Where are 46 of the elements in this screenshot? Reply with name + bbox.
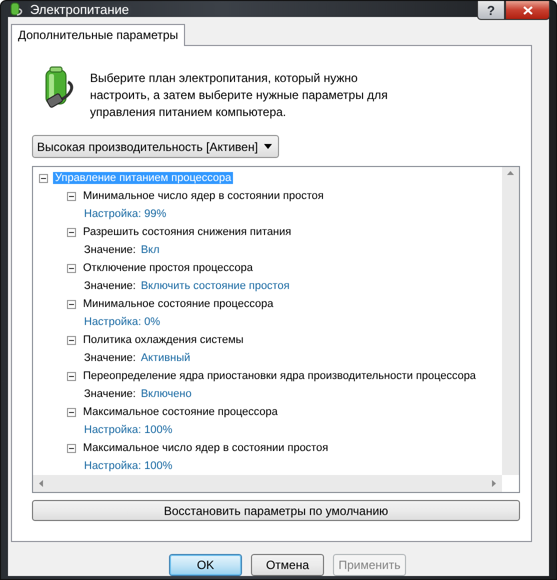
tree-item[interactable]: Максимальное число ядер в состоянии простоя (81, 442, 330, 454)
setting-link[interactable]: Настройка: 100% (84, 424, 172, 436)
collapse-toggle[interactable] (67, 264, 76, 272)
dialog-button[interactable]: OK (169, 554, 242, 576)
scroll-up-icon[interactable] (507, 171, 514, 175)
setting-link[interactable]: Включено (140, 388, 192, 400)
collapse-toggle[interactable] (67, 336, 76, 344)
dialog-button[interactable]: Отмена (251, 554, 324, 576)
vertical-scrollbar[interactable] (502, 167, 519, 475)
setting-link[interactable]: Настройка: 100% (84, 460, 172, 472)
tree-item[interactable]: Отключение простоя процессора (81, 262, 255, 274)
collapse-toggle[interactable] (67, 444, 76, 452)
collapse-toggle[interactable] (67, 192, 76, 200)
restore-defaults-button[interactable]: Восстановить параметры по умолчанию (32, 500, 520, 521)
close-icon (522, 6, 532, 14)
setting-link[interactable]: Настройка: 99% (84, 208, 166, 220)
plan-dropdown[interactable]: Высокая производительность [Активен] (32, 135, 279, 158)
tree-item[interactable]: Минимальное число ядер в состоянии простоя (81, 190, 326, 202)
horizontal-scrollbar[interactable] (33, 475, 502, 492)
tab[interactable]: Дополнительные параметры (11, 24, 186, 46)
setting-link[interactable]: Настройка: 0% (84, 316, 160, 328)
close-button[interactable] (505, 1, 550, 20)
intro-text: Выберите план электропитания, который нужно настроить, а затем выберите нужные параметры для управления питанием компьютера. (90, 70, 389, 121)
help-button[interactable]: ? (477, 1, 505, 20)
tree-item[interactable]: Переопределение ядра приостановки ядра производительности процессора (81, 370, 478, 382)
collapse-toggle[interactable] (67, 228, 76, 236)
value-label: Значение: (84, 244, 136, 256)
window-title: Электропитание (30, 2, 129, 16)
value-label: Значение: (84, 280, 136, 292)
power-options-icon (8, 1, 24, 17)
value-label: Значение: (84, 352, 136, 364)
setting-link[interactable]: Активный (140, 352, 190, 364)
scroll-right-icon[interactable] (492, 480, 496, 487)
value-label: Значение: (84, 388, 136, 400)
caret-icon (264, 144, 272, 149)
collapse-toggle[interactable] (39, 174, 48, 182)
tree-item[interactable]: Минимальное состояние процессора (81, 298, 276, 310)
tree-item[interactable]: Политика охлаждения системы (81, 334, 246, 346)
collapse-toggle[interactable] (67, 372, 76, 380)
setting-link[interactable]: Вкл (140, 244, 160, 256)
tree-item[interactable]: Разрешить состояния снижения питания (81, 226, 294, 238)
setting-link[interactable]: Включить состояние простоя (140, 280, 290, 292)
collapse-toggle[interactable] (67, 300, 76, 308)
tree-item[interactable]: Максимальное состояние процессора (81, 406, 280, 418)
collapse-toggle[interactable] (67, 408, 76, 416)
scroll-left-icon[interactable] (39, 480, 43, 487)
